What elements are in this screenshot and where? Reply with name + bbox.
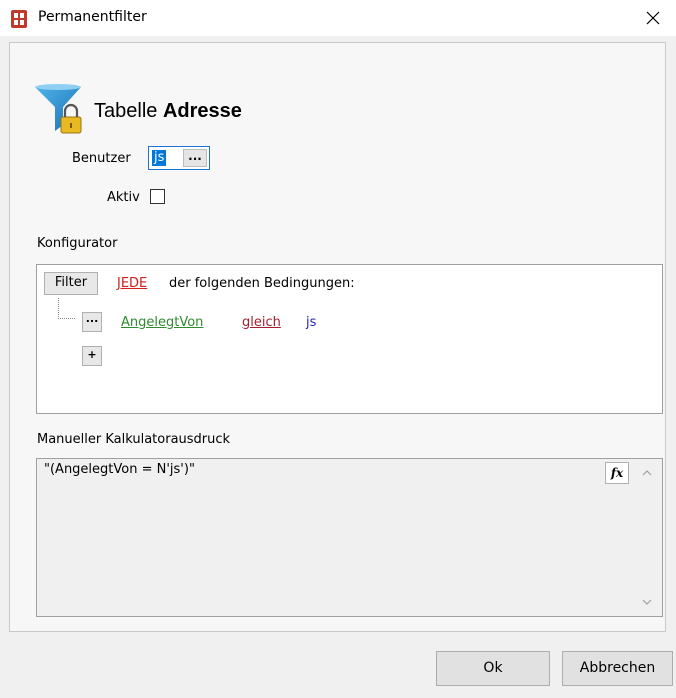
table-heading: Tabelle Adresse	[94, 100, 242, 123]
title-bar: Permanentfilter	[0, 0, 676, 36]
scroll-down-icon[interactable]	[640, 595, 654, 609]
tree-connector	[58, 298, 75, 319]
user-value[interactable]: js	[152, 150, 167, 166]
ok-button[interactable]: Ok	[436, 651, 550, 686]
user-field[interactable]: js ...	[148, 146, 210, 170]
dialog-window: Permanentfilter Tabelle Adresse Benutzer…	[0, 0, 676, 698]
formula-button[interactable]: fx	[605, 462, 629, 484]
add-condition-button[interactable]: +	[82, 346, 102, 366]
condition-field-link[interactable]: AngelegtVon	[121, 315, 203, 330]
user-label: Benutzer	[72, 151, 131, 166]
table-name: Adresse	[162, 100, 242, 122]
condition-menu-button[interactable]: ...	[82, 312, 102, 332]
cancel-button[interactable]: Abbrechen	[562, 651, 673, 686]
filter-button[interactable]: Filter	[44, 272, 98, 295]
condition-operator-link[interactable]: gleich	[242, 315, 281, 330]
active-checkbox[interactable]	[150, 189, 165, 204]
quantifier-link[interactable]: JEDE	[117, 276, 147, 291]
quantifier-rest-text: der folgenden Bedingungen:	[169, 276, 355, 291]
condition-value[interactable]: js	[306, 315, 316, 330]
funnel-lock-icon	[35, 84, 82, 134]
app-icon	[11, 10, 27, 28]
scroll-up-icon[interactable]	[640, 466, 654, 480]
expression-value[interactable]: "(AngelegtVon = N'js')"	[44, 462, 195, 477]
close-button[interactable]	[630, 0, 676, 36]
user-lookup-button[interactable]: ...	[183, 149, 207, 167]
table-prefix: Tabelle	[94, 100, 158, 122]
expression-textarea[interactable]	[36, 458, 663, 617]
active-label: Aktiv	[107, 190, 140, 205]
window-title: Permanentfilter	[38, 9, 147, 25]
close-icon	[646, 11, 660, 25]
expression-label: Manueller Kalkulatorausdruck	[37, 432, 231, 447]
configurator-label: Konfigurator	[37, 236, 118, 251]
